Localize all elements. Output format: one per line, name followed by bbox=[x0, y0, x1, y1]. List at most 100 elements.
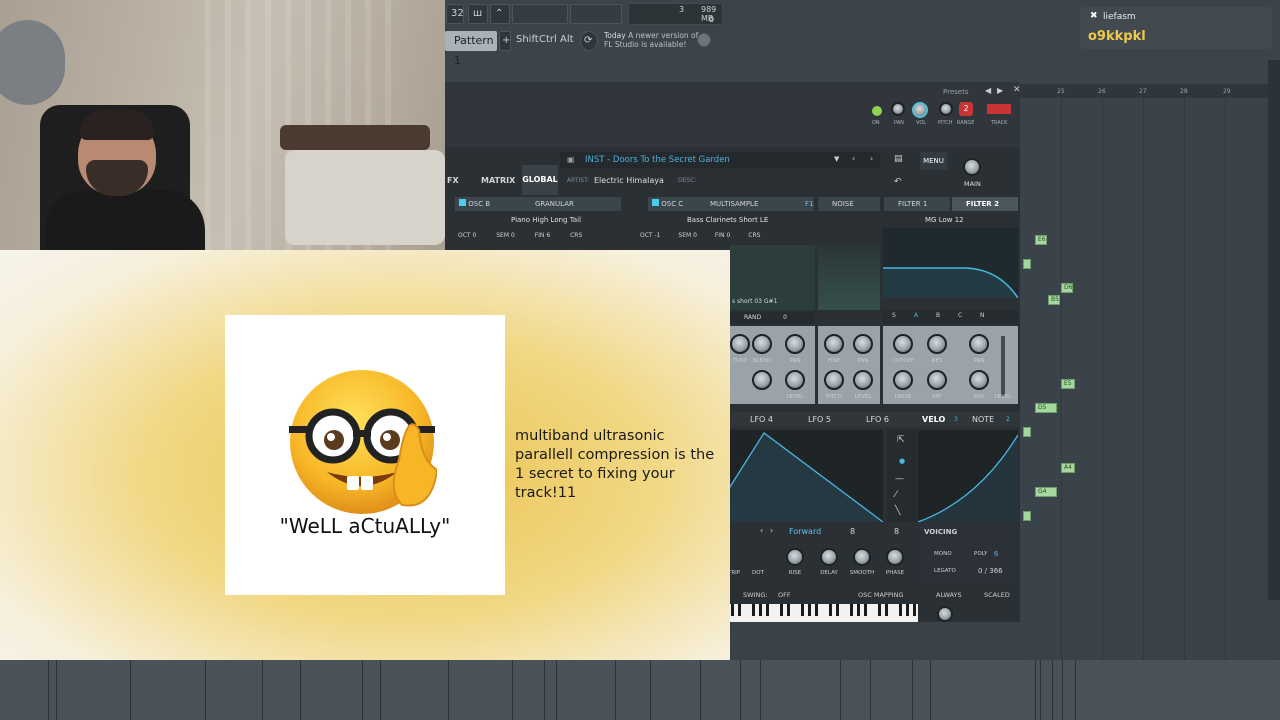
poly-value[interactable]: 6 bbox=[994, 550, 998, 558]
noise-pan-knob[interactable] bbox=[853, 334, 873, 354]
prev-preset-icon[interactable]: ‹ bbox=[852, 154, 855, 163]
delay-knob[interactable] bbox=[820, 548, 838, 566]
close-icon[interactable]: ✖ bbox=[1090, 11, 1100, 21]
filter-routing-tabs[interactable]: S A B C N bbox=[883, 310, 1018, 324]
piano-black-key[interactable] bbox=[738, 604, 741, 616]
noise-pitch-knob[interactable] bbox=[824, 370, 844, 390]
tune-knob[interactable] bbox=[730, 334, 750, 354]
pitch-knob[interactable] bbox=[939, 102, 953, 116]
blend-knob[interactable] bbox=[752, 334, 772, 354]
osc-c-tuning[interactable]: OCT -1 SEM 0 FIN 0 CRS bbox=[640, 230, 810, 242]
tempo-display[interactable] bbox=[512, 4, 568, 24]
note[interactable] bbox=[1023, 427, 1031, 437]
ctrl-key-button[interactable]: Ctrl bbox=[537, 31, 557, 51]
tab-global[interactable]: GLOBAL bbox=[522, 165, 558, 195]
chevron-left-icon[interactable]: ◀ bbox=[985, 86, 991, 95]
chevron-down-icon[interactable]: ▼ bbox=[834, 155, 839, 163]
piano-black-key[interactable] bbox=[885, 604, 888, 616]
update-icon[interactable]: ⟳ bbox=[580, 31, 598, 51]
piano-black-key[interactable] bbox=[787, 604, 790, 616]
point-tool-icon[interactable]: ● bbox=[899, 457, 905, 465]
filter-1-header[interactable]: FILTER 1 bbox=[884, 197, 950, 211]
piano-roll[interactable] bbox=[1020, 84, 1270, 660]
note[interactable]: E5 bbox=[1061, 379, 1075, 389]
velocity-curve-graph[interactable] bbox=[917, 430, 1019, 523]
preset-name[interactable]: INST - Doors To the Secret Garden bbox=[560, 152, 880, 168]
piano-black-key[interactable] bbox=[913, 604, 916, 616]
mono-toggle[interactable]: MONO bbox=[934, 551, 952, 557]
piano-black-key[interactable] bbox=[878, 604, 881, 616]
osc-c-preset[interactable]: Bass Clarinets Short LE bbox=[687, 214, 797, 226]
fine-knob[interactable] bbox=[824, 334, 844, 354]
lfo-shape-graph[interactable] bbox=[727, 430, 884, 523]
filter-pan-knob[interactable] bbox=[969, 334, 989, 354]
noise-header[interactable]: NOISE bbox=[818, 197, 880, 211]
lfo-controls[interactable]: ‹ › Forward 8 8 bbox=[728, 524, 916, 538]
pattern-selector[interactable]: Pattern 1 bbox=[445, 31, 497, 67]
piano-black-key[interactable] bbox=[752, 604, 755, 616]
filter-response-graph[interactable] bbox=[883, 228, 1019, 299]
tab-note[interactable]: NOTE bbox=[972, 412, 994, 427]
res-knob[interactable] bbox=[927, 334, 947, 354]
wave-icon[interactable]: ш bbox=[468, 4, 488, 24]
cutoff-knob[interactable] bbox=[893, 334, 913, 354]
undo-icon[interactable]: ↶ bbox=[894, 177, 902, 187]
close-icon[interactable]: ✕ bbox=[1013, 85, 1021, 95]
vertical-scrollbar[interactable] bbox=[1268, 60, 1280, 600]
piano-black-key[interactable] bbox=[836, 604, 839, 616]
scaled-toggle[interactable]: SCALED bbox=[984, 588, 1010, 602]
osc-mapping-button[interactable]: OSC MAPPING bbox=[858, 588, 904, 602]
piano-black-key[interactable] bbox=[766, 604, 769, 616]
piano-black-key[interactable] bbox=[731, 604, 734, 616]
smooth-knob[interactable] bbox=[853, 548, 871, 566]
menu-button[interactable]: MENU bbox=[920, 152, 947, 170]
playlist-strip[interactable] bbox=[0, 660, 1280, 720]
piano-black-key[interactable] bbox=[829, 604, 832, 616]
next-preset-icon[interactable]: › bbox=[870, 154, 873, 163]
add-pattern-button[interactable]: + bbox=[499, 31, 511, 51]
shift-key-button[interactable]: Shift bbox=[514, 31, 539, 51]
tab-fx[interactable]: FX bbox=[447, 176, 459, 185]
chevron-right-icon[interactable]: ▶ bbox=[997, 86, 1003, 95]
ramp-up-tool-icon[interactable]: ⁄ bbox=[895, 490, 897, 500]
note[interactable]: B5 bbox=[1048, 295, 1060, 305]
osc-b-enable-toggle[interactable] bbox=[459, 199, 466, 206]
piano-black-key[interactable] bbox=[850, 604, 853, 616]
level-knob[interactable] bbox=[785, 370, 805, 390]
piano-black-key[interactable] bbox=[815, 604, 818, 616]
note[interactable]: D5 bbox=[1035, 403, 1057, 413]
legato-toggle[interactable]: LEGATO bbox=[934, 568, 956, 574]
browser-icon[interactable]: ▤ bbox=[894, 154, 903, 164]
piano-black-key[interactable] bbox=[899, 604, 902, 616]
rand-control[interactable]: RAND 0 bbox=[730, 312, 815, 324]
flat-tool-icon[interactable]: — bbox=[895, 474, 904, 484]
piano-keyboard[interactable] bbox=[728, 604, 918, 622]
master-knob[interactable] bbox=[937, 606, 953, 622]
always-toggle[interactable]: ALWAYS bbox=[936, 588, 962, 602]
osc-c-header[interactable]: OSC C MULTISAMPLE F1 bbox=[648, 197, 814, 211]
ramp-down-tool-icon[interactable]: ╲ bbox=[895, 506, 900, 516]
note[interactable]: E6 bbox=[1035, 235, 1047, 245]
osc-b-header[interactable]: OSC B GRANULAR bbox=[455, 197, 621, 211]
noise-waveform[interactable] bbox=[818, 245, 880, 310]
tab-matrix[interactable]: MATRIX bbox=[481, 176, 515, 185]
volume-knob[interactable] bbox=[912, 102, 928, 118]
piano-black-key[interactable] bbox=[906, 604, 909, 616]
osc-b-tuning[interactable]: OCT 0 SEM 0 FIN 6 CRS bbox=[458, 230, 618, 242]
artist-field[interactable]: Electric Himalaya bbox=[594, 176, 664, 185]
tab-velo[interactable]: VELO bbox=[922, 412, 945, 427]
osc-b-preset[interactable]: Piano High Long Tail bbox=[511, 214, 621, 226]
swing-value[interactable]: OFF bbox=[778, 588, 791, 602]
main-volume-knob[interactable] bbox=[963, 158, 981, 176]
song-position[interactable] bbox=[570, 4, 622, 24]
note[interactable]: G4 bbox=[1035, 487, 1057, 497]
timeline-ruler[interactable]: 25 26 27 28 29 bbox=[1020, 84, 1270, 98]
tab-lfo4[interactable]: LFO 4 bbox=[750, 412, 773, 427]
piano-black-key[interactable] bbox=[808, 604, 811, 616]
phase-knob[interactable] bbox=[886, 548, 904, 566]
osc-c-enable-toggle[interactable] bbox=[652, 199, 659, 206]
chevron-left-icon[interactable]: ‹ bbox=[760, 526, 763, 535]
piano-black-key[interactable] bbox=[857, 604, 860, 616]
drive-knob[interactable] bbox=[893, 370, 913, 390]
piano-black-key[interactable] bbox=[759, 604, 762, 616]
